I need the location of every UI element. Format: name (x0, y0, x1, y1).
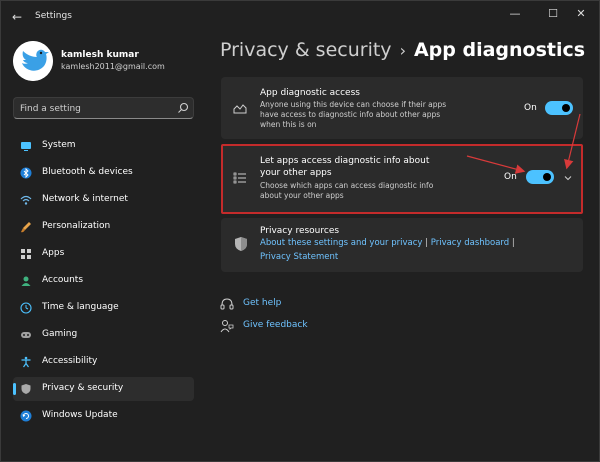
toggle-knob (543, 173, 551, 181)
toggle-knob (562, 104, 570, 112)
sidebar-item-accounts[interactable]: Accounts (13, 269, 194, 293)
sidebar-item-windows-update[interactable]: Windows Update (13, 404, 194, 428)
sidebar-item-network[interactable]: Network & internet (13, 188, 194, 212)
shield-icon (235, 237, 247, 251)
bluetooth-icon (20, 167, 32, 179)
sidebar-item-label: Accessibility (42, 356, 98, 366)
toggle-state-label: On (504, 172, 517, 182)
link-separator: | (511, 238, 515, 248)
shield-icon (21, 384, 31, 394)
sidebar-item-label: Privacy & security (42, 383, 124, 393)
breadcrumb: Privacy & security › App diagnostics (220, 39, 585, 61)
privacy-statement-link[interactable]: Privacy Statement (260, 252, 338, 262)
sidebar-item-gaming[interactable]: Gaming (13, 323, 194, 347)
sidebar-item-system[interactable]: System (13, 134, 194, 158)
app-diagnostic-access-toggle[interactable] (545, 101, 573, 115)
sidebar-item-privacy-security[interactable]: Privacy & security (13, 377, 194, 401)
privacy-links-row-1: About these settings and your privacy | … (260, 238, 515, 248)
setting-description-line: when this is on (260, 120, 317, 129)
setting-title-line: Let apps access diagnostic info about (260, 156, 430, 166)
setting-title: App diagnostic access (260, 88, 360, 98)
minimize-button[interactable]: — (495, 3, 535, 25)
toggle-state-label: On (524, 103, 537, 113)
sidebar-item-bluetooth[interactable]: Bluetooth & devices (13, 161, 194, 185)
give-feedback-link[interactable]: Give feedback (220, 318, 310, 334)
privacy-links-row-2: Privacy Statement (260, 252, 338, 262)
monitor-icon (21, 142, 31, 151)
sidebar-item-label: Gaming (42, 329, 78, 339)
search-box[interactable] (13, 97, 194, 119)
search-icon[interactable] (176, 101, 190, 115)
link-separator: | (425, 238, 429, 248)
let-apps-access-toggle[interactable] (526, 170, 554, 184)
get-help-label: Get help (243, 298, 282, 308)
let-apps-access-card[interactable]: Let apps access diagnostic info about yo… (221, 145, 583, 213)
sidebar-item-label: Accounts (42, 275, 84, 285)
setting-description-line: Choose which apps can access diagnostic … (260, 181, 434, 190)
sidebar-item-label: Apps (42, 248, 65, 258)
setting-description-line: about your other apps (260, 191, 344, 200)
title-bar: ← Settings — ☐ ✕ (1, 1, 600, 33)
twitter-bird-icon (13, 41, 53, 81)
search-input[interactable] (20, 101, 170, 116)
active-indicator (13, 383, 16, 395)
profile-name: kamlesh kumar (61, 50, 139, 60)
sidebar-item-label: Time & language (42, 302, 119, 312)
give-feedback-label: Give feedback (243, 320, 308, 330)
chevron-down-icon[interactable] (563, 173, 573, 183)
wifi-icon (20, 195, 32, 205)
feedback-person-icon (220, 320, 234, 333)
sidebar-item-label: Windows Update (42, 410, 118, 420)
breadcrumb-separator: › (399, 41, 406, 60)
about-settings-link[interactable]: About these settings and your privacy (260, 238, 422, 248)
brush-icon (21, 222, 31, 233)
setting-description-line: Anyone using this device can choose if t… (260, 100, 447, 109)
avatar[interactable] (13, 41, 53, 81)
setting-description-line: have access to diagnostic info about oth… (260, 110, 441, 119)
sidebar-item-time-language[interactable]: Time & language (13, 296, 194, 320)
get-help-link[interactable]: Get help (220, 296, 290, 312)
setting-title-line: your other apps (260, 168, 332, 178)
list-icon (233, 172, 246, 184)
gamepad-icon (21, 332, 31, 338)
apps-icon (21, 249, 31, 259)
close-button[interactable]: ✕ (561, 3, 600, 25)
profile-email: kamlesh2011@gmail.com (61, 62, 165, 71)
settings-window: ← Settings — ☐ ✕ kamlesh kumar kamlesh20… (0, 0, 600, 462)
breadcrumb-parent[interactable]: Privacy & security (220, 39, 392, 61)
arrow-left-icon: ← (11, 10, 23, 24)
page-title: App diagnostics (413, 39, 586, 61)
sidebar-item-apps[interactable]: Apps (13, 242, 194, 266)
sidebar-item-accessibility[interactable]: Accessibility (13, 350, 194, 374)
privacy-resources-title: Privacy resources (260, 226, 340, 236)
update-icon (20, 410, 32, 422)
sidebar-item-label: Personalization (42, 221, 111, 231)
privacy-dashboard-link[interactable]: Privacy dashboard (431, 238, 509, 248)
accessibility-icon (21, 356, 31, 368)
person-icon (21, 276, 31, 286)
sidebar-item-label: Network & internet (42, 194, 128, 204)
app-title: Settings (35, 11, 72, 21)
globe-clock-icon (20, 302, 32, 314)
chart-area-icon (233, 104, 247, 114)
help-headset-icon (220, 298, 234, 310)
sidebar-item-label: Bluetooth & devices (42, 167, 133, 177)
sidebar-item-label: System (42, 140, 76, 150)
app-diagnostic-access-card: App diagnostic access Anyone using this … (221, 77, 583, 139)
back-button[interactable]: ← (9, 9, 25, 25)
sidebar-item-personalization[interactable]: Personalization (13, 215, 194, 239)
